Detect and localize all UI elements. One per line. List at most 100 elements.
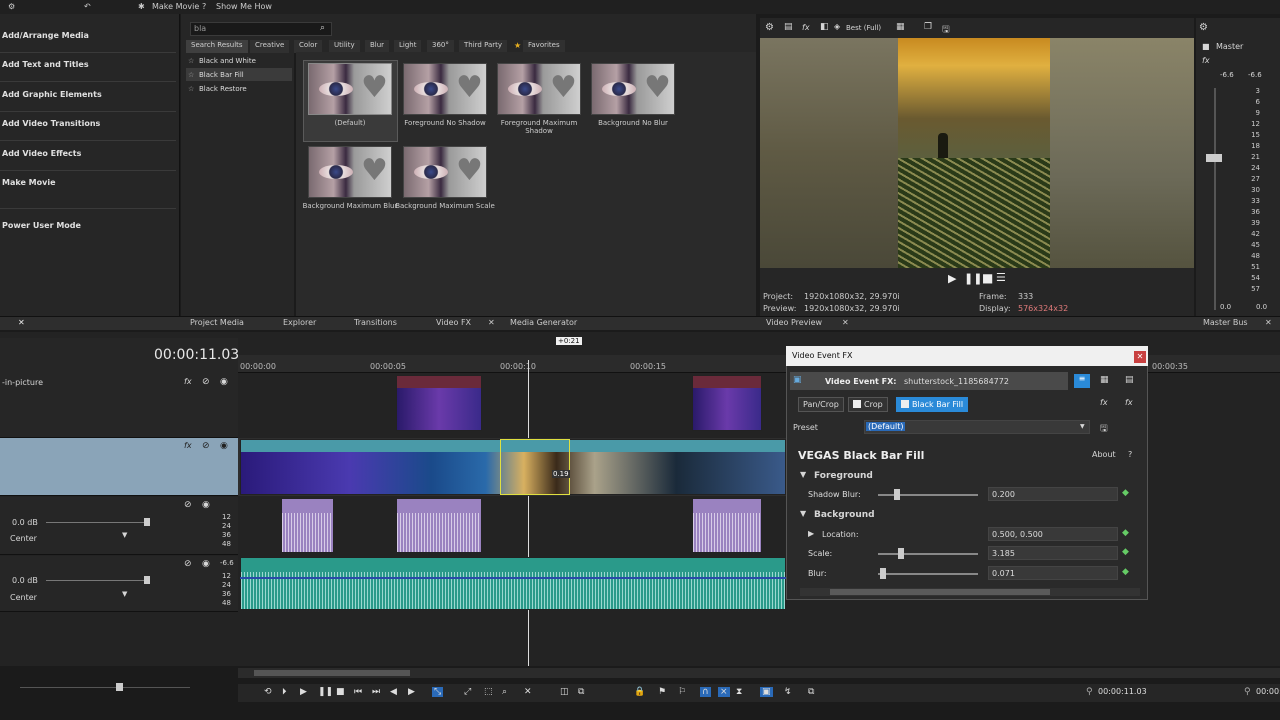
about-link[interactable]: About: [1092, 450, 1116, 459]
zoom-knob[interactable]: [116, 683, 123, 691]
chevron-down-icon[interactable]: ▼: [800, 509, 806, 518]
mute-icon[interactable]: ⊘: [184, 559, 192, 569]
audio-event[interactable]: [240, 557, 786, 610]
go-to-start-icon[interactable]: ⏮: [354, 687, 362, 697]
list-view-icon[interactable]: ▤: [1125, 375, 1134, 385]
guide-make-movie[interactable]: Make Movie: [2, 178, 56, 187]
blur-slider[interactable]: [878, 568, 978, 579]
normal-edit-tool-icon[interactable]: ⤡: [432, 687, 444, 697]
marker-icon[interactable]: ⚑: [658, 687, 666, 697]
fx-icon[interactable]: fx: [184, 377, 192, 386]
location-field[interactable]: 0.500, 0.500: [988, 527, 1118, 541]
tab-transitions[interactable]: Transitions: [354, 318, 397, 327]
properties-icon[interactable]: ▤: [784, 22, 793, 32]
save-preset-icon[interactable]: 🖫: [1100, 421, 1108, 437]
settings-icon[interactable]: ⚙: [8, 2, 15, 11]
guide-add-graphic-elements[interactable]: Add Graphic Elements: [2, 90, 102, 99]
tab-search-results[interactable]: Search Results: [186, 40, 248, 53]
auto-crossfade-icon[interactable]: ⨯: [718, 687, 730, 697]
remove-fx-icon[interactable]: fx: [1125, 398, 1133, 407]
group-icon[interactable]: ⧉: [808, 687, 814, 697]
keyframe-icon[interactable]: ◆: [1122, 567, 1129, 577]
list-item[interactable]: Black Restore: [199, 85, 247, 93]
close-icon[interactable]: ✕: [1265, 318, 1272, 327]
search-input[interactable]: bla: [190, 22, 332, 36]
solo-icon[interactable]: ◉: [202, 500, 210, 510]
guide-add-text-titles[interactable]: Add Text and Titles: [2, 60, 89, 69]
track-header-audio-2[interactable]: ⊘ ◉ -6.6 0.0 dB Center ▼ 12 24 36 48: [0, 556, 238, 612]
checkbox[interactable]: [901, 400, 909, 408]
chain-view-icon[interactable]: ≡: [1074, 374, 1090, 388]
close-icon[interactable]: ✕: [842, 318, 849, 327]
tab-creative[interactable]: Creative: [250, 40, 290, 53]
copy-snapshot-icon[interactable]: ❐: [924, 22, 932, 32]
zoom-slider[interactable]: [20, 687, 190, 688]
video-event[interactable]: [692, 375, 762, 431]
preset-thumbnail[interactable]: ♥: [403, 146, 487, 198]
checkbox[interactable]: [853, 400, 861, 408]
close-icon[interactable]: ✕: [18, 318, 25, 327]
playhead[interactable]: [528, 360, 529, 666]
scale-slider[interactable]: [878, 548, 978, 559]
keyframe-icon[interactable]: ◆: [1122, 488, 1129, 498]
fx-icon[interactable]: fx: [184, 441, 192, 450]
split-icon[interactable]: ⧉: [578, 687, 584, 697]
keyframe-icon[interactable]: ◆: [1122, 547, 1129, 557]
preset-thumbnail[interactable]: ♥: [308, 63, 392, 115]
search-icon[interactable]: ⌕: [320, 23, 325, 33]
dialog-hscroll[interactable]: [800, 588, 1140, 596]
lock-icon[interactable]: 🔒: [634, 687, 645, 697]
selected-transition[interactable]: [500, 439, 570, 495]
help-button[interactable]: ?: [1128, 450, 1132, 459]
next-frame-icon[interactable]: ▶: [408, 687, 415, 697]
fx-chain-black-bar-fill[interactable]: Black Bar Fill: [896, 397, 969, 412]
fx-chain-crop[interactable]: Crop: [848, 397, 888, 412]
show-me-how-button[interactable]: Show Me How: [216, 2, 272, 11]
tab-project-media[interactable]: Project Media: [190, 318, 244, 327]
stop-icon[interactable]: ■: [982, 271, 993, 285]
play-from-start-icon[interactable]: ⏵: [282, 687, 287, 697]
fx-icon[interactable]: fx: [1202, 56, 1210, 65]
volume-slider[interactable]: [46, 580, 150, 581]
selection-tool-icon[interactable]: ⬚: [484, 687, 493, 697]
audio-event[interactable]: [281, 498, 334, 553]
tab-video-preview[interactable]: Video Preview: [766, 318, 822, 327]
tab-video-fx[interactable]: Video FX: [436, 318, 471, 327]
guide-power-user-mode[interactable]: Power User Mode: [2, 221, 81, 230]
pause-icon[interactable]: ❚❚: [318, 687, 333, 697]
keyframe-icon[interactable]: ◆: [1122, 528, 1129, 538]
envelope-tool-icon[interactable]: ⤢: [464, 687, 471, 697]
delete-icon[interactable]: ✕: [524, 687, 532, 697]
undo-icon[interactable]: ↶: [84, 2, 91, 11]
trim-icon[interactable]: ◫: [560, 687, 569, 697]
track-header-audio-1[interactable]: ⊘ ◉ 0.0 dB Center ▼ 12 24 36 48: [0, 497, 238, 555]
audio-event[interactable]: [396, 498, 482, 553]
preset-thumbnail[interactable]: ♥: [308, 146, 392, 198]
track-header-video-1[interactable]: -in-picture fx ⊘ ◉: [0, 374, 238, 438]
event-pan-crop-icon[interactable]: ▣: [760, 687, 773, 697]
list-item[interactable]: Black Bar Fill: [199, 71, 244, 79]
mute-icon[interactable]: ⊘: [184, 500, 192, 510]
save-snapshot-icon[interactable]: 🖫: [942, 22, 950, 38]
close-icon[interactable]: ✕: [1134, 351, 1146, 363]
preview-quality-select[interactable]: Best (Full): [846, 24, 881, 32]
guide-add-video-effects[interactable]: Add Video Effects: [2, 149, 81, 158]
section-foreground[interactable]: Foreground: [814, 471, 873, 481]
play-icon[interactable]: ▶: [948, 272, 956, 285]
solo-icon[interactable]: ◉: [220, 441, 228, 451]
zoom-tool-icon[interactable]: ⌕: [502, 687, 507, 697]
section-background[interactable]: Background: [814, 510, 875, 520]
tab-master-bus[interactable]: Master Bus: [1203, 318, 1248, 327]
volume-knob[interactable]: [144, 518, 150, 526]
stop-icon[interactable]: ■: [336, 687, 345, 697]
grid-icon[interactable]: ▦: [896, 22, 905, 32]
pan-dropdown-icon[interactable]: ▼: [122, 531, 127, 539]
make-movie-button[interactable]: Make Movie: [152, 2, 199, 11]
chevron-down-icon[interactable]: ▼: [1080, 423, 1085, 430]
add-fx-icon[interactable]: fx: [1100, 398, 1108, 407]
gear-icon[interactable]: ⚙: [1199, 22, 1208, 33]
menu-icon[interactable]: ☰: [996, 271, 1006, 284]
guide-add-video-transitions[interactable]: Add Video Transitions: [2, 119, 100, 128]
prev-frame-icon[interactable]: ◀: [390, 687, 397, 697]
snapping-icon[interactable]: ∩: [700, 687, 711, 697]
